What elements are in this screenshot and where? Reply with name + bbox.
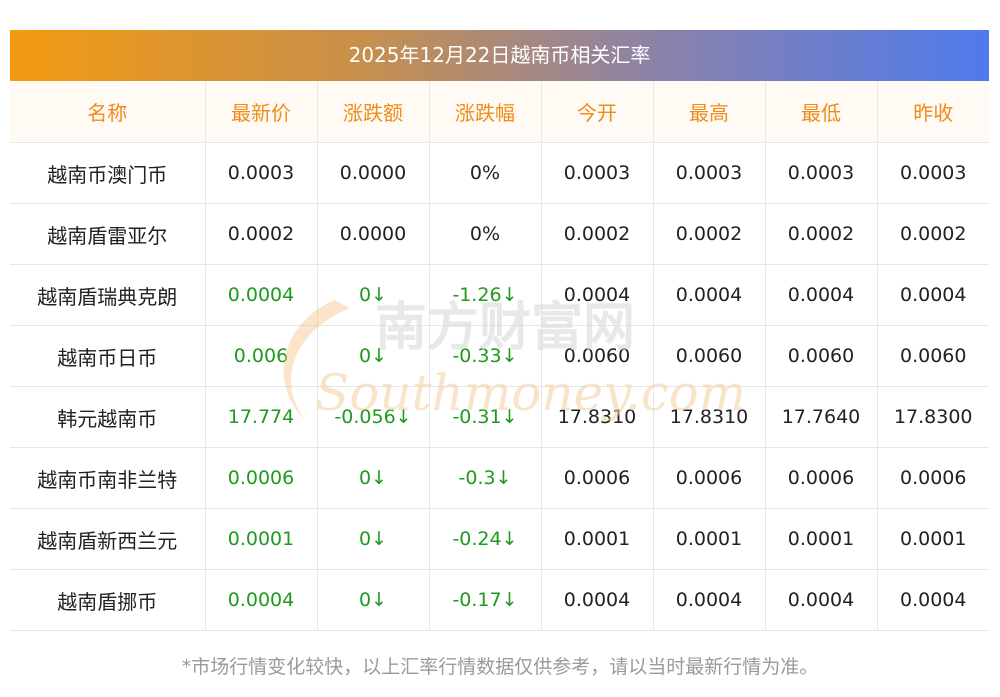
cell-low: 0.0003 [765, 142, 878, 204]
cell-prev: 0.0003 [877, 142, 989, 204]
cell-low: 0.0006 [765, 447, 878, 509]
cell-name: 越南盾瑞典克朗 [10, 264, 206, 326]
cell-name: 越南币澳门币 [10, 142, 206, 204]
rate-table-card: 2025年12月22日越南币相关汇率 名称 最新价 涨跌额 涨跌幅 今开 最高 … [10, 30, 989, 631]
disclaimer-footnote: *市场行情变化较快，以上汇率行情数据仅供参考，请以当时最新行情为准。 [181, 656, 819, 678]
col-header-open: 今开 [541, 81, 654, 143]
cell-prev: 0.0002 [877, 203, 989, 265]
cell-prev: 0.0060 [877, 325, 989, 387]
cell-change: 0.0000 [317, 203, 430, 265]
cell-low: 0.0004 [765, 264, 878, 326]
cell-pct: 0% [429, 142, 542, 204]
cell-pct: -0.33↓ [429, 325, 542, 387]
cell-latest: 17.774 [205, 386, 318, 448]
cell-latest: 0.0004 [205, 569, 318, 631]
cell-open: 0.0060 [541, 325, 654, 387]
col-header-high: 最高 [653, 81, 766, 143]
cell-high: 0.0006 [653, 447, 766, 509]
cell-name: 越南币南非兰特 [10, 447, 206, 509]
table-row: 越南盾挪币 0.0004 0↓ -0.17↓ 0.0004 0.0004 0.0004 0.0… [10, 569, 989, 631]
cell-pct: -0.31↓ [429, 386, 542, 448]
cell-high: 0.0001 [653, 508, 766, 570]
cell-prev: 0.0004 [877, 264, 989, 326]
cell-low: 0.0002 [765, 203, 878, 265]
table-row: 韩元越南币 17.774 -0.056↓ -0.31↓ 17.8310 17.8310 17… [10, 386, 989, 448]
cell-change: 0↓ [317, 264, 430, 326]
cell-prev: 0.0001 [877, 508, 989, 570]
cell-high: 0.0002 [653, 203, 766, 265]
cell-latest: 0.0003 [205, 142, 318, 204]
cell-open: 0.0006 [541, 447, 654, 509]
table-row: 越南币日币 0.006 0↓ -0.33↓ 0.0060 0.0060 0.0060 0.00… [10, 325, 989, 387]
cell-prev: 0.0006 [877, 447, 989, 509]
cell-change: 0↓ [317, 325, 430, 387]
table-row: 越南盾新西兰元 0.0001 0↓ -0.24↓ 0.0001 0.0001 0.0001 0… [10, 508, 989, 570]
table-row: 越南币澳门币 0.0003 0.0000 0% 0.0003 0.0003 0.0003 0.… [10, 142, 989, 204]
col-header-latest: 最新价 [205, 81, 318, 143]
cell-pct: -1.26↓ [429, 264, 542, 326]
cell-low: 0.0004 [765, 569, 878, 631]
table-row: 越南币南非兰特 0.0006 0↓ -0.3↓ 0.0006 0.0006 0.0006 0.… [10, 447, 989, 509]
cell-low: 0.0001 [765, 508, 878, 570]
rate-table: 名称 最新价 涨跌额 涨跌幅 今开 最高 最低 昨收 越南币澳门币 0.0003 0… [10, 81, 989, 631]
table-title: 2025年12月22日越南币相关汇率 [10, 30, 989, 81]
cell-latest: 0.0001 [205, 508, 318, 570]
cell-pct: 0% [429, 203, 542, 265]
cell-open: 0.0001 [541, 508, 654, 570]
cell-latest: 0.0006 [205, 447, 318, 509]
cell-change: 0↓ [317, 508, 430, 570]
table-body: 越南币澳门币 0.0003 0.0000 0% 0.0003 0.0003 0.0003 0.… [10, 142, 989, 631]
cell-open: 0.0003 [541, 142, 654, 204]
cell-name: 越南币日币 [10, 325, 206, 387]
col-header-low: 最低 [765, 81, 878, 143]
cell-name: 越南盾新西兰元 [10, 508, 206, 570]
cell-name: 越南盾雷亚尔 [10, 203, 206, 265]
cell-latest: 0.0004 [205, 264, 318, 326]
cell-high: 0.0004 [653, 264, 766, 326]
cell-pct: -0.24↓ [429, 508, 542, 570]
cell-change: 0↓ [317, 569, 430, 631]
cell-prev: 17.8300 [877, 386, 989, 448]
col-header-pct: 涨跌幅 [429, 81, 542, 143]
cell-change: 0.0000 [317, 142, 430, 204]
table-row: 越南盾雷亚尔 0.0002 0.0000 0% 0.0002 0.0002 0.0002 0.… [10, 203, 989, 265]
col-header-prev: 昨收 [877, 81, 989, 143]
cell-latest: 0.0002 [205, 203, 318, 265]
cell-open: 0.0004 [541, 264, 654, 326]
cell-high: 0.0003 [653, 142, 766, 204]
cell-high: 0.0060 [653, 325, 766, 387]
cell-name: 韩元越南币 [10, 386, 206, 448]
cell-high: 0.0004 [653, 569, 766, 631]
cell-pct: -0.3↓ [429, 447, 542, 509]
cell-high: 17.8310 [653, 386, 766, 448]
cell-open: 17.8310 [541, 386, 654, 448]
cell-low: 0.0060 [765, 325, 878, 387]
table-row: 越南盾瑞典克朗 0.0004 0↓ -1.26↓ 0.0004 0.0004 0.0004 0… [10, 264, 989, 326]
cell-change: -0.056↓ [317, 386, 430, 448]
cell-prev: 0.0004 [877, 569, 989, 631]
cell-low: 17.7640 [765, 386, 878, 448]
cell-change: 0↓ [317, 447, 430, 509]
cell-latest: 0.006 [205, 325, 318, 387]
cell-open: 0.0002 [541, 203, 654, 265]
col-header-name: 名称 [10, 81, 206, 143]
col-header-change: 涨跌额 [317, 81, 430, 143]
cell-name: 越南盾挪币 [10, 569, 206, 631]
cell-open: 0.0004 [541, 569, 654, 631]
cell-pct: -0.17↓ [429, 569, 542, 631]
header-row: 名称 最新价 涨跌额 涨跌幅 今开 最高 最低 昨收 [10, 81, 989, 143]
